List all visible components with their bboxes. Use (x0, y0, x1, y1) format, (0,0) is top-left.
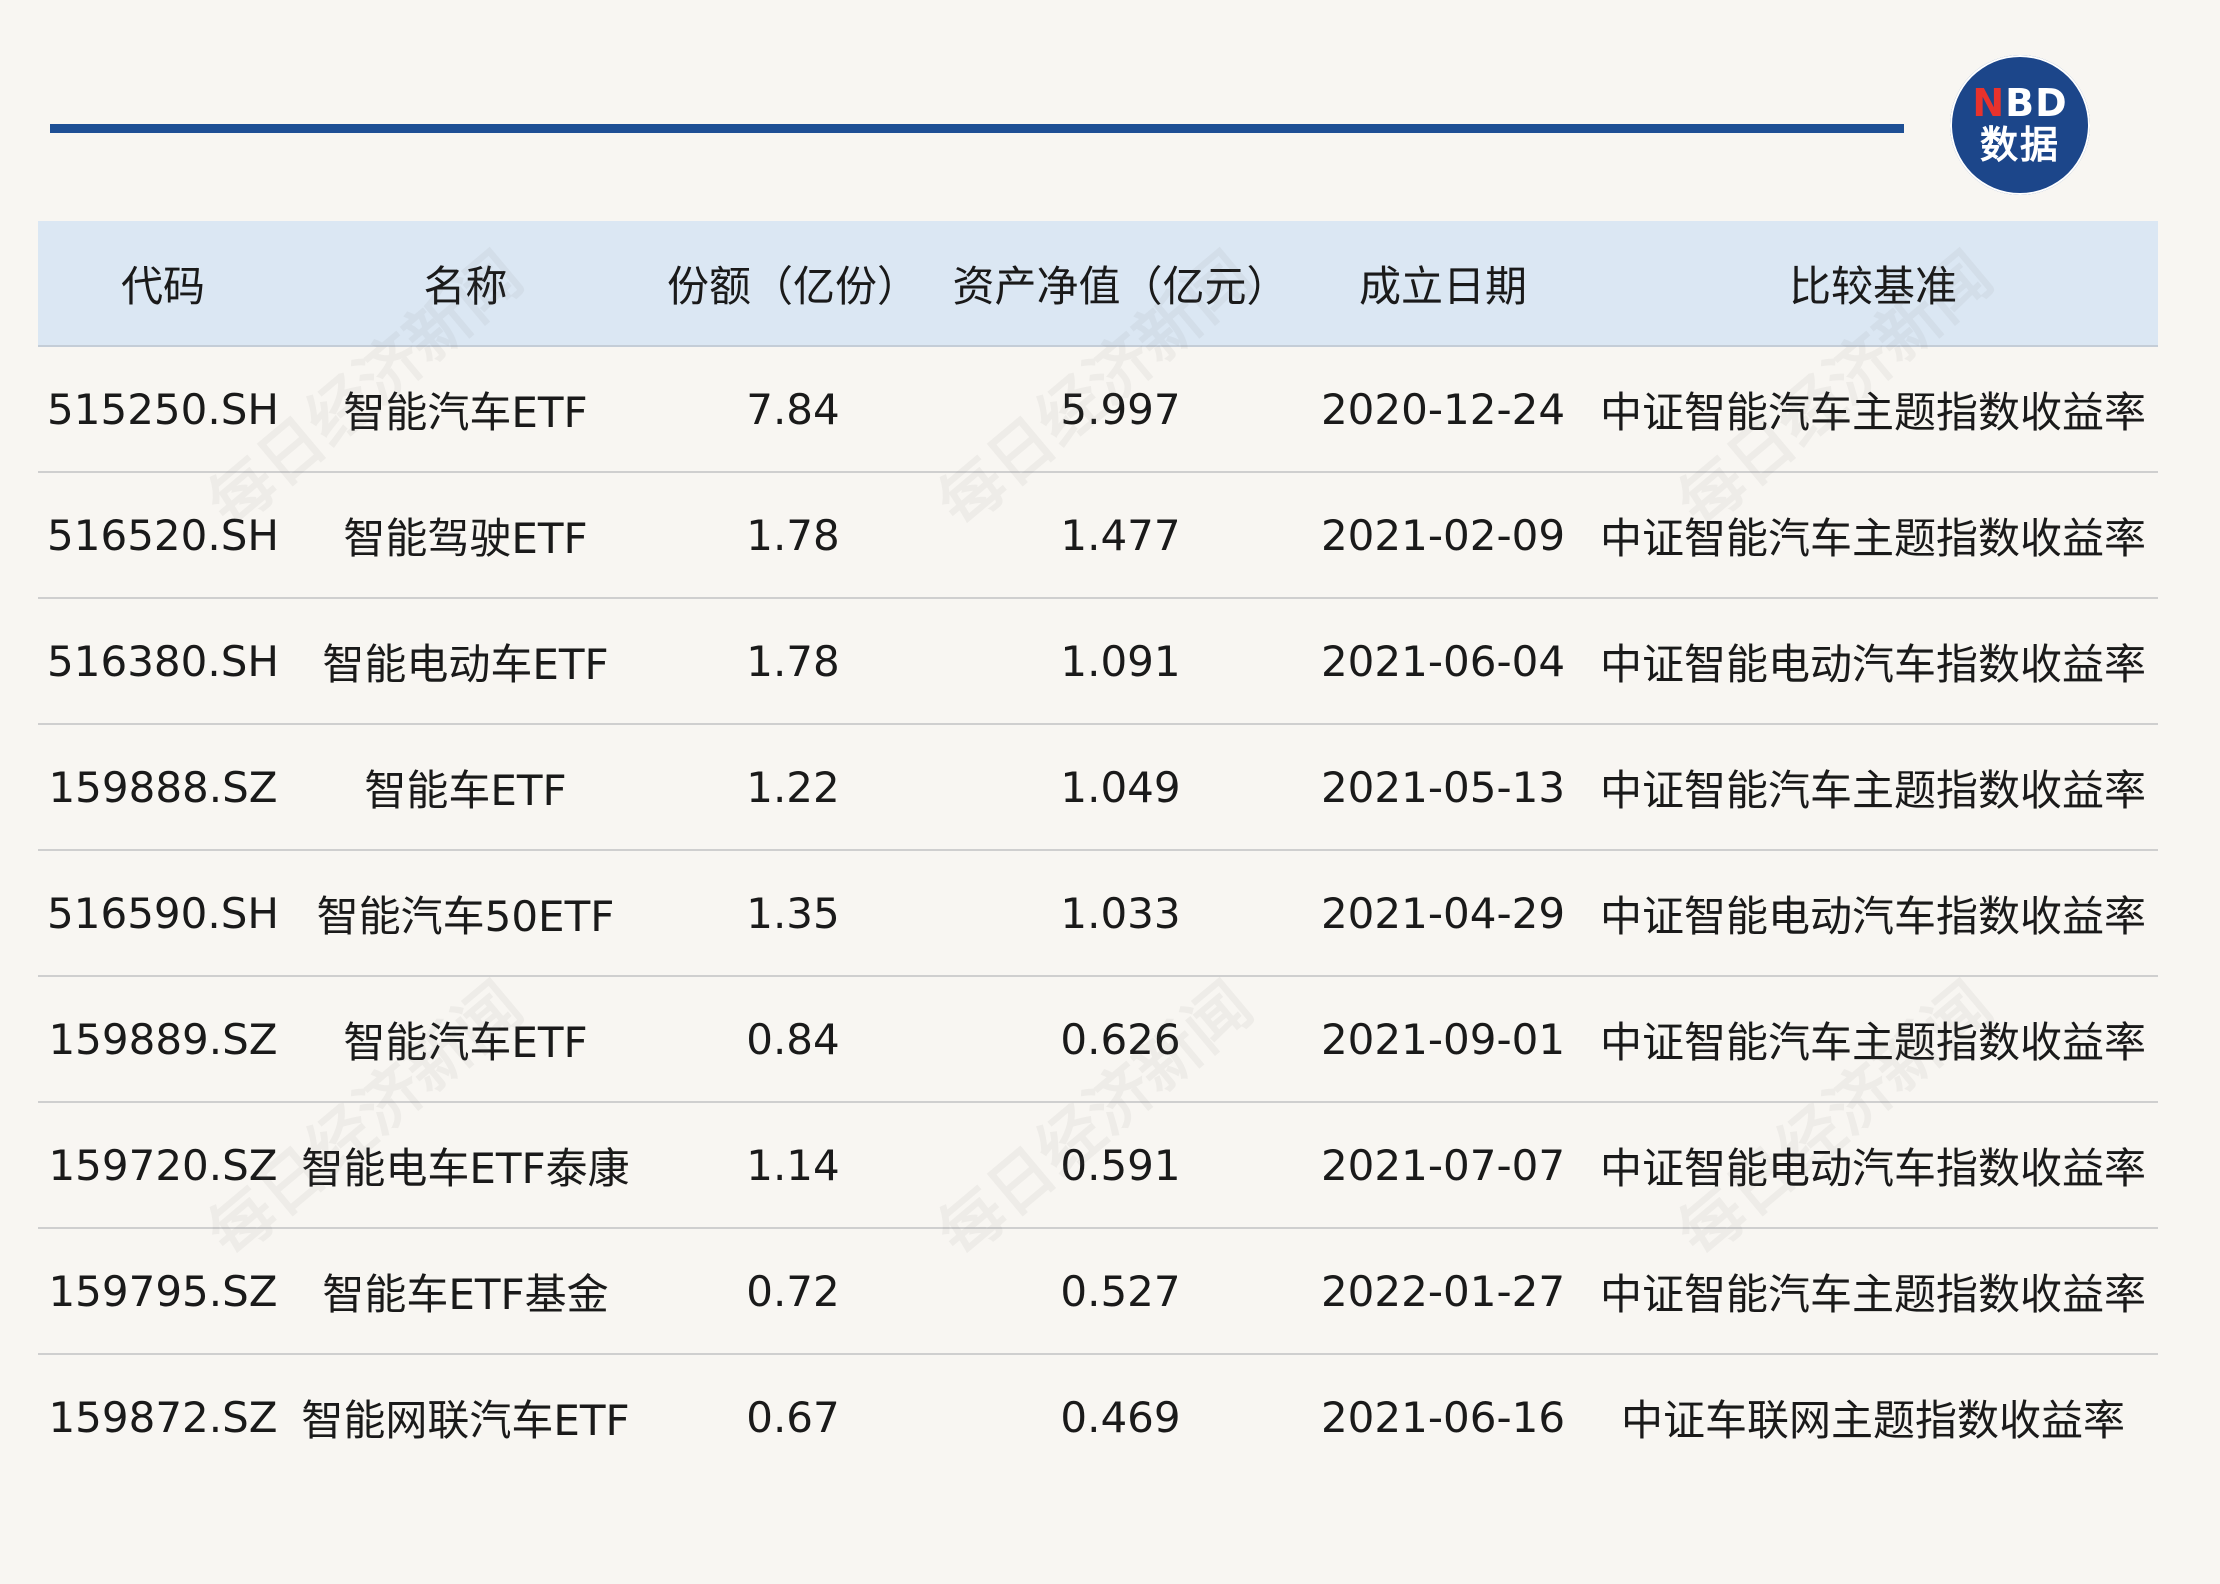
table-row: 159888.SZ 智能车ETF 1.22 1.049 2021-05-13 中… (38, 724, 2158, 850)
logo-line1: NBD (1972, 81, 2068, 125)
cell-code: 159720.SZ (48, 1140, 278, 1190)
cell-benchmark: 中证智能电动汽车指数收益率 (1599, 639, 2146, 689)
etf-table: 代码 名称 份额（亿份） 资产净值（亿元） 成立日期 比较基准 515250.S… (38, 221, 2158, 1480)
cell-benchmark: 中证智能电动汽车指数收益率 (1599, 1143, 2146, 1193)
cell-code: 159795.SZ (48, 1266, 278, 1316)
cell-shares: 0.67 (746, 1393, 840, 1442)
table-row: 516520.SH 智能驾驶ETF 1.78 1.477 2021-02-09 … (38, 472, 2158, 598)
cell-shares: 7.84 (746, 384, 840, 434)
table-row: 159720.SZ 智能电车ETF泰康 1.14 0.591 2021-07-0… (38, 1102, 2158, 1228)
column-header-name: 名称 (423, 261, 508, 311)
table-row: 516380.SH 智能电动车ETF 1.78 1.091 2021-06-04… (38, 598, 2158, 724)
column-header-shares: 份额（亿份） (666, 261, 919, 311)
cell-code: 516590.SH (47, 888, 279, 938)
cell-benchmark: 中证车联网主题指数收益率 (1620, 1396, 2125, 1445)
cell-code: 159872.SZ (48, 1393, 278, 1442)
cell-nav: 1.091 (1060, 636, 1181, 686)
cell-benchmark: 中证智能汽车主题指数收益率 (1599, 513, 2146, 563)
cell-benchmark: 中证智能电动汽车指数收益率 (1599, 891, 2146, 941)
cell-code: 515250.SH (47, 384, 279, 434)
column-header-benchmark: 比较基准 (1788, 261, 1957, 311)
cell-nav: 0.527 (1060, 1266, 1181, 1316)
table-row: 159872.SZ 智能网联汽车ETF 0.67 0.469 2021-06-1… (38, 1354, 2158, 1480)
cell-date: 2022-01-27 (1320, 1266, 1566, 1316)
cell-name: 智能汽车50ETF (316, 891, 615, 941)
cell-shares: 1.78 (746, 510, 840, 560)
cell-benchmark: 中证智能汽车主题指数收益率 (1599, 1269, 2146, 1319)
cell-date: 2021-02-09 (1320, 510, 1566, 560)
cell-date: 2020-12-24 (1320, 384, 1566, 434)
cell-shares: 1.14 (746, 1140, 840, 1190)
cell-name: 智能车ETF基金 (322, 1269, 609, 1319)
cell-shares: 0.84 (746, 1014, 840, 1064)
cell-date: 2021-06-16 (1320, 1393, 1566, 1442)
cell-nav: 1.049 (1060, 762, 1181, 812)
column-header-inception-date: 成立日期 (1358, 261, 1527, 311)
cell-name: 智能电动车ETF (322, 639, 609, 689)
cell-benchmark: 中证智能汽车主题指数收益率 (1599, 387, 2146, 437)
cell-nav: 5.997 (1060, 384, 1181, 434)
cell-name: 智能驾驶ETF (343, 513, 588, 563)
cell-benchmark: 中证智能汽车主题指数收益率 (1599, 1017, 2146, 1067)
top-rule (50, 124, 1904, 133)
cell-name: 智能电车ETF泰康 (301, 1143, 630, 1193)
table-row: 159889.SZ 智能汽车ETF 0.84 0.626 2021-09-01 … (38, 976, 2158, 1102)
cell-date: 2021-05-13 (1320, 762, 1566, 812)
cell-date: 2021-07-07 (1320, 1140, 1566, 1190)
cell-name: 智能汽车ETF (343, 1017, 588, 1067)
table-row: 515250.SH 智能汽车ETF 7.84 5.997 2020-12-24 … (38, 346, 2158, 472)
cell-nav: 0.469 (1060, 1393, 1181, 1442)
cell-nav: 1.477 (1060, 510, 1181, 560)
cell-date: 2021-04-29 (1320, 888, 1566, 938)
cell-code: 159889.SZ (48, 1014, 278, 1064)
cell-date: 2021-06-04 (1320, 636, 1566, 686)
cell-benchmark: 中证智能汽车主题指数收益率 (1599, 765, 2146, 815)
logo-line2: 数据 (1979, 123, 2060, 167)
cell-code: 516380.SH (47, 636, 279, 686)
cell-shares: 1.22 (746, 762, 840, 812)
table-header-row: 代码 名称 份额（亿份） 资产净值（亿元） 成立日期 比较基准 (38, 221, 2158, 346)
cell-code: 516520.SH (47, 510, 279, 560)
cell-shares: 0.72 (746, 1266, 840, 1316)
cell-name: 智能车ETF (364, 765, 567, 815)
cell-nav: 1.033 (1060, 888, 1181, 938)
cell-code: 159888.SZ (48, 762, 278, 812)
cell-nav: 0.626 (1060, 1014, 1181, 1064)
cell-nav: 0.591 (1060, 1140, 1181, 1190)
cell-name: 智能网联汽车ETF (301, 1396, 630, 1445)
cell-name: 智能汽车ETF (343, 387, 588, 437)
cell-date: 2021-09-01 (1320, 1014, 1566, 1064)
table-row: 159795.SZ 智能车ETF基金 0.72 0.527 2022-01-27… (38, 1228, 2158, 1354)
cell-shares: 1.78 (746, 636, 840, 686)
column-header-nav: 资产净值（亿元） (952, 261, 1289, 311)
table-row: 516590.SH 智能汽车50ETF 1.35 1.033 2021-04-2… (38, 850, 2158, 976)
cell-shares: 1.35 (746, 888, 840, 938)
nbd-logo: NBD 数据 (1950, 55, 2090, 195)
column-header-code: 代码 (120, 261, 205, 311)
